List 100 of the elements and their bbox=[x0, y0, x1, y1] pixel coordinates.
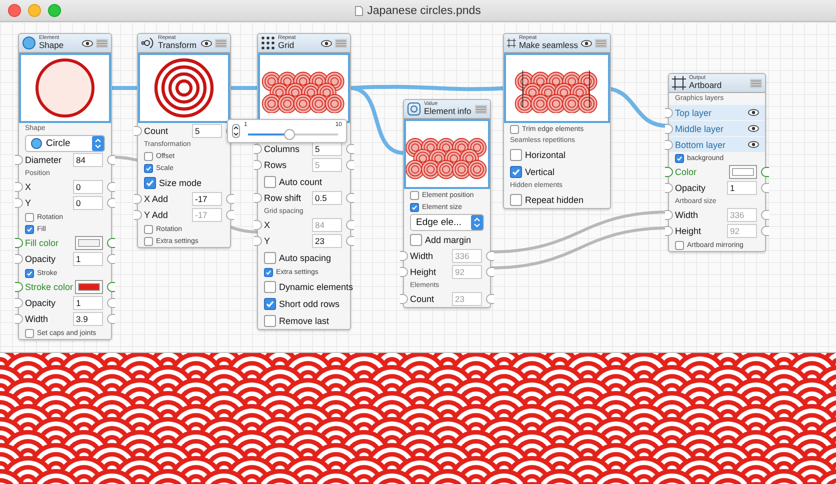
field-label: Diameter bbox=[25, 155, 63, 165]
value-field[interactable]: 5 bbox=[312, 142, 342, 156]
field-label: Columns bbox=[264, 144, 301, 154]
field-label: X bbox=[264, 220, 272, 230]
rings-drawing bbox=[153, 57, 215, 119]
checkbox[interactable] bbox=[410, 202, 419, 212]
circle-icon bbox=[31, 138, 42, 148]
checkbox-label: Horizontal bbox=[525, 150, 566, 160]
field-label: Opacity bbox=[675, 183, 707, 193]
checkbox[interactable] bbox=[510, 166, 522, 178]
checkbox[interactable] bbox=[264, 176, 276, 188]
checkbox[interactable] bbox=[410, 190, 419, 200]
checkbox-label: Size mode bbox=[159, 178, 202, 188]
checkbox[interactable] bbox=[675, 240, 684, 250]
value-field[interactable]: 1 bbox=[727, 181, 757, 195]
value-field[interactable]: 0.5 bbox=[312, 191, 342, 205]
checkbox[interactable] bbox=[264, 280, 276, 292]
checkbox[interactable] bbox=[25, 268, 34, 278]
field-label: Opacity bbox=[25, 298, 57, 308]
checkbox-label: Add margin bbox=[425, 234, 472, 244]
checkbox[interactable] bbox=[144, 176, 156, 188]
zoom-icon[interactable] bbox=[48, 4, 61, 17]
field-label: Stroke color bbox=[25, 282, 74, 292]
connection-wire bbox=[230, 86, 258, 90]
field-label: Width bbox=[25, 314, 50, 324]
field-label: X bbox=[25, 182, 32, 192]
dropdown[interactable]: Edge ele... bbox=[410, 214, 484, 230]
port-icon[interactable] bbox=[254, 193, 262, 203]
stepper-icon bbox=[471, 214, 483, 230]
value-field[interactable]: -17 bbox=[192, 192, 222, 206]
checkbox[interactable] bbox=[675, 154, 684, 162]
circle-icon bbox=[22, 36, 36, 50]
checkbox[interactable] bbox=[264, 314, 276, 326]
stepper-icon[interactable] bbox=[232, 124, 240, 138]
value-field[interactable]: 23 bbox=[312, 234, 342, 248]
checkbox-label: Auto count bbox=[279, 176, 322, 186]
color-swatch[interactable] bbox=[75, 280, 103, 294]
port-icon[interactable] bbox=[486, 294, 494, 304]
connection-wire bbox=[111, 86, 138, 90]
close-icon[interactable] bbox=[8, 4, 21, 17]
value-field[interactable]: 5 bbox=[192, 124, 222, 138]
port-icon[interactable] bbox=[346, 193, 354, 203]
checkbox-label: Vertical bbox=[525, 166, 555, 176]
field-label: Height bbox=[410, 267, 438, 277]
eye-icon[interactable] bbox=[748, 125, 759, 132]
value-field[interactable]: 0 bbox=[73, 180, 103, 194]
checkbox[interactable] bbox=[25, 224, 34, 234]
port-icon[interactable] bbox=[15, 155, 23, 165]
field-label: Opacity bbox=[25, 254, 57, 264]
checkbox[interactable] bbox=[510, 124, 519, 134]
node-title: Element info bbox=[424, 107, 472, 116]
checkbox-label: Short odd rows bbox=[279, 298, 340, 308]
value-field[interactable]: 1 bbox=[73, 252, 103, 266]
eye-icon[interactable] bbox=[581, 40, 592, 46]
frame-icon bbox=[672, 76, 686, 90]
eye-icon[interactable] bbox=[82, 40, 93, 46]
value-field[interactable]: 0 bbox=[73, 196, 103, 210]
circle-drawing bbox=[34, 57, 96, 119]
checkbox[interactable] bbox=[510, 194, 522, 206]
node-title: Transform bbox=[158, 41, 198, 50]
checkbox[interactable] bbox=[144, 152, 153, 160]
checkbox[interactable] bbox=[510, 148, 522, 160]
menu-icon[interactable] bbox=[475, 104, 487, 114]
field-label: Rows bbox=[264, 160, 288, 170]
checkbox[interactable] bbox=[144, 224, 153, 234]
checkbox[interactable] bbox=[144, 236, 153, 246]
node-title: Grid bbox=[278, 41, 294, 50]
checkbox[interactable] bbox=[264, 298, 276, 310]
eye-icon[interactable] bbox=[201, 40, 212, 46]
color-swatch[interactable] bbox=[729, 165, 757, 179]
checkbox[interactable] bbox=[144, 164, 153, 172]
port-icon[interactable] bbox=[107, 155, 115, 165]
value-field[interactable]: 1 bbox=[73, 296, 103, 310]
eye-icon[interactable] bbox=[748, 109, 759, 116]
frame-icon bbox=[507, 36, 516, 50]
stepper-icon bbox=[92, 136, 104, 150]
dropdown[interactable]: Circle bbox=[25, 134, 105, 152]
window-title: Japanese circles.pnds bbox=[367, 4, 481, 16]
eye-icon[interactable] bbox=[321, 40, 332, 46]
checkbox-label: Repeat hidden bbox=[525, 194, 584, 204]
color-swatch[interactable] bbox=[75, 236, 103, 250]
checkbox[interactable] bbox=[264, 252, 276, 264]
checkbox[interactable] bbox=[264, 268, 273, 276]
value-field[interactable]: 3.9 bbox=[73, 312, 103, 326]
field-label: Count bbox=[410, 294, 436, 304]
minimize-icon[interactable] bbox=[28, 4, 41, 17]
field-label: Height bbox=[675, 226, 702, 236]
checkbox[interactable] bbox=[410, 234, 422, 246]
port-icon[interactable] bbox=[134, 126, 142, 136]
checkbox[interactable] bbox=[25, 328, 34, 338]
eye-icon[interactable] bbox=[748, 141, 759, 148]
node-title: Make seamless bbox=[518, 41, 578, 50]
field-label: Y bbox=[25, 198, 32, 208]
value-field[interactable]: 84 bbox=[73, 153, 103, 167]
port-icon[interactable] bbox=[400, 294, 408, 304]
field-label: Y Add bbox=[144, 210, 169, 220]
rings-icon bbox=[141, 36, 155, 50]
checkbox[interactable] bbox=[25, 212, 34, 222]
menu-icon[interactable] bbox=[750, 78, 762, 88]
slider-thumb[interactable] bbox=[284, 128, 295, 140]
